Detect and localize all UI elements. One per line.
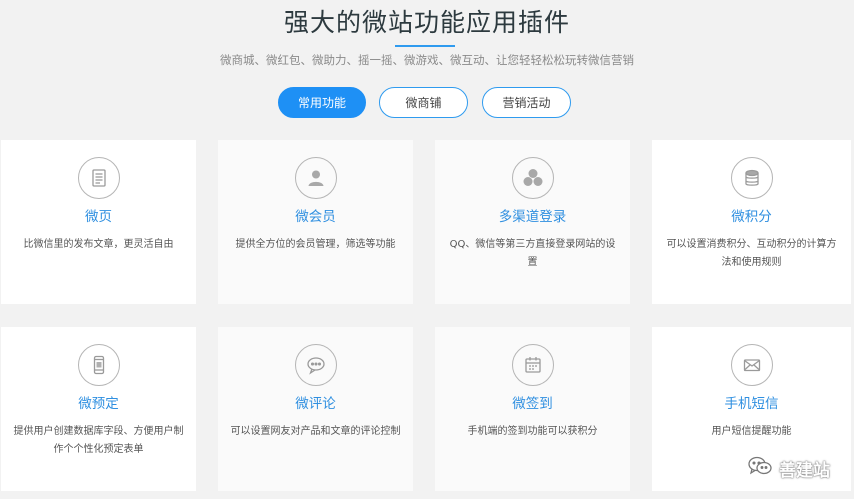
feature-card-micro-page[interactable]: 微页 比微信里的发布文章，更灵活自由: [1, 140, 196, 304]
card-description: 用户短信提醒功能: [711, 426, 792, 437]
card-title: 手机短信: [724, 396, 779, 412]
card-description: 提供全方位的会员管理，筛选等功能: [235, 239, 396, 250]
page-title: 强大的微站功能应用插件: [283, 8, 570, 37]
card-title: 微积分: [731, 209, 772, 225]
feature-card-micro-member[interactable]: 微会员 提供全方位的会员管理，筛选等功能: [218, 140, 413, 304]
feature-card-micro-checkin[interactable]: 微签到 手机端的签到功能可以获积分: [435, 327, 630, 491]
coins-icon: [730, 157, 773, 199]
feature-card-micro-points[interactable]: 微积分 可以设置消费积分、互动积分的计算方法和使用规则: [652, 140, 851, 304]
card-title: 微签到: [512, 396, 553, 412]
watermark-text: 善建站: [779, 460, 830, 481]
card-title: 微评论: [295, 396, 336, 412]
card-title: 微页: [85, 209, 112, 225]
page-subtitle: 微商城、微红包、微助力、摇一摇、微游戏、微互动、让您轻轻松松玩转微信营销: [220, 53, 634, 67]
feature-card-micro-comment[interactable]: 微评论 可以设置网友对产品和文章的评论控制: [218, 327, 413, 491]
card-description: 可以设置网友对产品和文章的评论控制: [230, 426, 401, 437]
card-title: 多渠道登录: [498, 209, 567, 225]
card-title: 微预定: [78, 396, 119, 412]
multi-login-icon: [511, 157, 554, 199]
feature-card-multi-channel-login[interactable]: 多渠道登录 QQ、微信等第三方直接登录网站的设置: [435, 140, 630, 304]
mail-icon: [730, 344, 773, 386]
card-description: 手机端的签到功能可以获积分: [467, 426, 598, 437]
watermark: 善建站: [747, 455, 830, 481]
title-underline: [395, 45, 455, 47]
card-description: QQ、微信等第三方直接登录网站的设置: [449, 239, 616, 268]
card-description: 提供用户创建数据库字段、方便用户制作个个性化预定表单: [13, 426, 184, 455]
document-icon: [77, 157, 120, 199]
calendar-icon: [511, 344, 554, 386]
tab-common-features[interactable]: 常用功能: [278, 87, 366, 118]
phone-icon: [77, 344, 120, 386]
tab-marketing-activities[interactable]: 营销活动: [482, 87, 571, 118]
comment-icon: [294, 344, 337, 386]
card-description: 可以设置消费积分、互动积分的计算方法和使用规则: [666, 239, 837, 268]
tab-micro-shop[interactable]: 微商铺: [379, 87, 468, 118]
card-description: 比微信里的发布文章，更灵活自由: [23, 239, 174, 250]
card-title: 微会员: [295, 209, 336, 225]
user-icon: [294, 157, 337, 199]
wechat-icon: [747, 455, 773, 481]
feature-card-micro-booking[interactable]: 微预定 提供用户创建数据库字段、方便用户制作个个性化预定表单: [1, 327, 196, 491]
